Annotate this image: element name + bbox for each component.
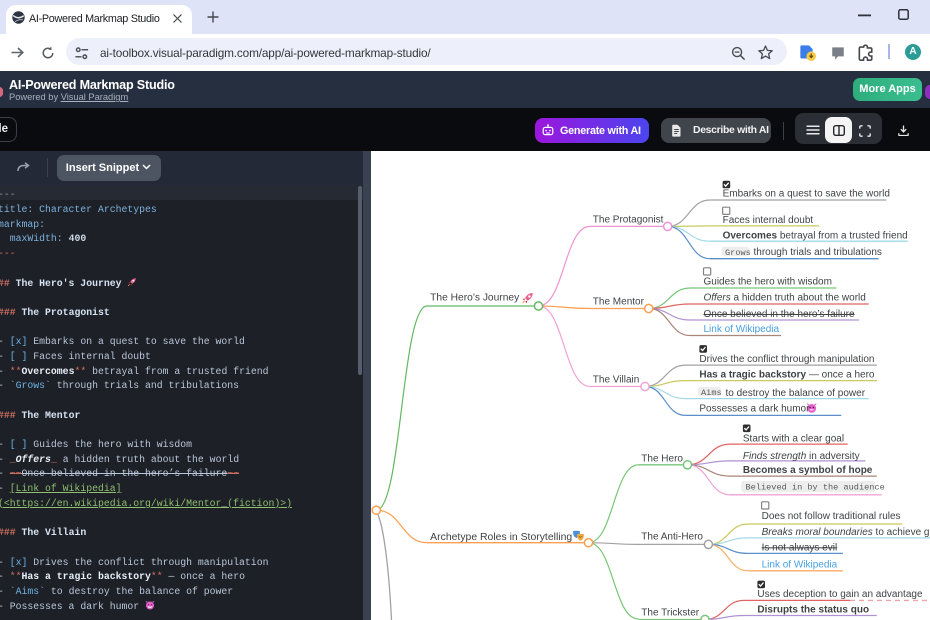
svg-text:Faces internal doubt: Faces internal doubt bbox=[723, 215, 814, 226]
svg-text:Possesses a dark humor: Possesses a dark humor bbox=[699, 404, 810, 415]
svg-text:Starts with a clear goal: Starts with a clear goal bbox=[743, 434, 844, 445]
svg-text:Grows: Grows bbox=[725, 248, 751, 258]
svg-text:Believed in by the audience: Believed in by the audience bbox=[746, 483, 885, 493]
svg-text:Becomes a symbol of hope: Becomes a symbol of hope bbox=[743, 465, 873, 476]
svg-text:Archetype Roles in Storytellin: Archetype Roles in Storytelling bbox=[430, 532, 572, 543]
svg-text:through trials and tribulation: through trials and tribulations bbox=[754, 247, 882, 258]
svg-text:Is not always evil: Is not always evil bbox=[762, 543, 838, 554]
svg-text:to destroy the balance of powe: to destroy the balance of power bbox=[726, 388, 866, 399]
svg-text:Breaks moral boundaries to ach: Breaks moral boundaries to achieve goals bbox=[762, 527, 930, 538]
svg-text:Disrupts the status quo: Disrupts the status quo bbox=[757, 605, 869, 616]
svg-text:Uses deception to gain an adva: Uses deception to gain an advantage bbox=[757, 589, 923, 600]
svg-text:Link of Wikipedia: Link of Wikipedia bbox=[762, 559, 838, 570]
svg-text:Offers a hidden truth about th: Offers a hidden truth about the world bbox=[704, 292, 866, 303]
svg-text:Guides the hero with wisdom: Guides the hero with wisdom bbox=[704, 276, 832, 287]
svg-text:The Hero’s Journey: The Hero’s Journey bbox=[430, 293, 519, 304]
svg-text:Aims: Aims bbox=[701, 388, 722, 398]
svg-text:The Mentor: The Mentor bbox=[593, 297, 645, 308]
svg-text:The Villain: The Villain bbox=[593, 374, 640, 385]
svg-text:Once believed in the hero’s fa: Once believed in the hero’s failure bbox=[704, 309, 855, 320]
svg-text:Has a tragic backstory — once: Has a tragic backstory — once a hero bbox=[699, 370, 875, 381]
svg-text:The Anti-Hero: The Anti-Hero bbox=[641, 531, 703, 542]
svg-text:Link of Wikipedia: Link of Wikipedia bbox=[704, 324, 780, 335]
svg-text:Does not follow traditional ru: Does not follow traditional rules bbox=[762, 511, 901, 522]
svg-text:The Protagonist: The Protagonist bbox=[593, 214, 664, 225]
svg-text:The Trickster: The Trickster bbox=[641, 608, 699, 619]
svg-text:The Hero: The Hero bbox=[641, 453, 683, 464]
svg-text:Embarks on a quest to save the: Embarks on a quest to save the world bbox=[723, 189, 890, 200]
svg-text:Drives the conflict through ma: Drives the conflict through manipulation bbox=[699, 354, 874, 365]
svg-text:Finds strength in adversity: Finds strength in adversity bbox=[743, 451, 860, 462]
svg-text:Overcomes betrayal from a trus: Overcomes betrayal from a trusted friend bbox=[723, 231, 908, 242]
